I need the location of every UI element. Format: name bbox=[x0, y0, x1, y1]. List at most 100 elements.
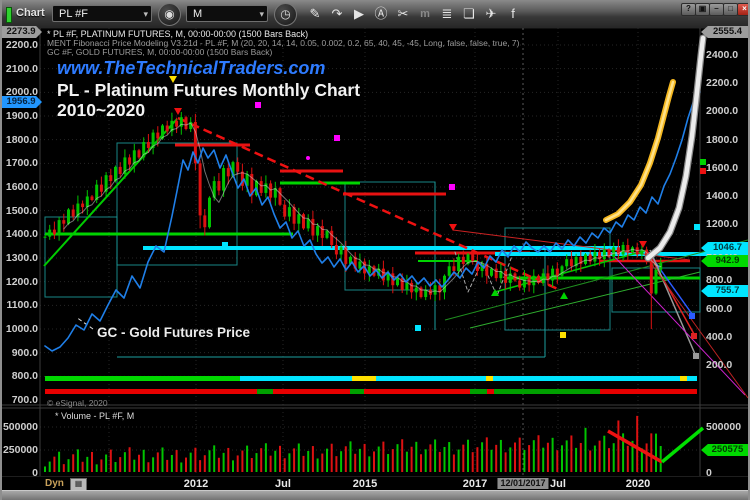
volume-bar bbox=[185, 458, 187, 472]
volume-bar bbox=[218, 458, 220, 472]
volume-bar bbox=[350, 441, 352, 472]
candle-body bbox=[109, 175, 112, 181]
candle-body bbox=[199, 163, 202, 215]
volume-bar bbox=[538, 435, 540, 472]
volume-bar bbox=[533, 440, 535, 472]
candle-body bbox=[655, 270, 658, 294]
volume-bar bbox=[298, 443, 300, 472]
volume-bar bbox=[627, 446, 629, 472]
candle-body bbox=[495, 269, 498, 278]
volume-bar bbox=[288, 453, 290, 472]
volume-bar bbox=[397, 444, 399, 472]
right-price-tag: 755.7 bbox=[701, 285, 750, 297]
volume-bar bbox=[49, 462, 51, 472]
candle-body bbox=[44, 237, 47, 238]
candle-body bbox=[297, 214, 300, 223]
candle-body bbox=[622, 245, 625, 254]
signal-marker bbox=[415, 325, 421, 331]
volume-bar bbox=[542, 448, 544, 472]
signal-strip bbox=[470, 389, 487, 394]
left-axis-tick: 900.0 bbox=[12, 347, 38, 359]
volume-bar bbox=[270, 456, 272, 472]
volume-bar bbox=[237, 455, 239, 472]
candle-body bbox=[53, 230, 56, 235]
volume-bar bbox=[500, 440, 502, 472]
series-label-gold: GC #F, GOLD FUTURES, M, 00:00-00:00 (150… bbox=[47, 47, 272, 57]
volume-bar bbox=[646, 443, 648, 472]
signal-strip bbox=[273, 389, 350, 394]
yellow-parabolic-curve bbox=[606, 82, 673, 220]
candle-body bbox=[584, 254, 587, 263]
volume-bar bbox=[86, 457, 88, 472]
volume-bar bbox=[467, 440, 469, 472]
candle-body bbox=[185, 117, 188, 129]
left-axis-tick: 2100.0 bbox=[6, 63, 38, 75]
volume-bar bbox=[439, 452, 441, 472]
right-axis-tick: 1200.0 bbox=[706, 218, 738, 230]
left-axis-tick: 1300.0 bbox=[6, 252, 38, 264]
volume-bar bbox=[617, 420, 619, 472]
candle-body bbox=[358, 262, 361, 269]
candle-body bbox=[452, 266, 455, 271]
right-axis-tick: 600.0 bbox=[706, 303, 732, 315]
left-axis-tick: 700.0 bbox=[12, 394, 38, 406]
candle-body bbox=[523, 278, 526, 287]
fib-projection-box bbox=[45, 217, 117, 297]
volume-bar bbox=[251, 458, 253, 472]
left-price-tag: 2273.9 bbox=[0, 26, 42, 38]
time-axis[interactable]: Dyn ▦ 2012Jul20152017Jul202012/01/2017 bbox=[0, 477, 750, 490]
volume-bar bbox=[514, 443, 516, 472]
candle-body bbox=[156, 133, 159, 139]
volume-bar bbox=[72, 454, 74, 472]
volume-bar bbox=[162, 447, 164, 472]
volume-bar bbox=[194, 448, 196, 472]
signal-strip bbox=[257, 389, 273, 394]
candle-body bbox=[119, 167, 122, 174]
volume-bar bbox=[580, 443, 582, 472]
time-axis-label: 2020 bbox=[626, 478, 650, 490]
volume-bar bbox=[373, 451, 375, 472]
volume-bar bbox=[378, 447, 380, 472]
volume-bar bbox=[566, 440, 568, 472]
candle-body bbox=[288, 207, 291, 216]
volume-bar bbox=[58, 452, 60, 472]
volume-bar bbox=[284, 458, 286, 472]
volume-right-tick: 500000 bbox=[706, 421, 741, 433]
left-axis-tick: 800.0 bbox=[12, 370, 38, 382]
time-axis-label: 2012 bbox=[184, 478, 208, 490]
right-axis-tick: 2200.0 bbox=[706, 77, 738, 89]
volume-bar bbox=[44, 466, 46, 472]
volume-bar bbox=[232, 460, 234, 472]
volume-bar bbox=[77, 449, 79, 472]
volume-bar bbox=[655, 434, 657, 472]
candle-body bbox=[551, 269, 554, 281]
chart-title-years: 2010~2020 bbox=[57, 100, 145, 121]
trend-strip bbox=[486, 376, 493, 381]
volume-bar bbox=[166, 460, 168, 472]
right-axis-tick: 1800.0 bbox=[706, 134, 738, 146]
candle-body bbox=[166, 125, 169, 131]
candle-body bbox=[490, 269, 493, 276]
volume-bar bbox=[326, 449, 328, 472]
candle-body bbox=[72, 209, 75, 216]
volume-bar bbox=[138, 455, 140, 472]
volume-bar bbox=[331, 444, 333, 472]
volume-bar bbox=[180, 462, 182, 472]
right-axis-tick: 1400.0 bbox=[706, 190, 738, 202]
signal-strip bbox=[600, 389, 697, 394]
dyn-label[interactable]: Dyn bbox=[45, 478, 64, 489]
volume-bar bbox=[119, 457, 121, 472]
candle-body bbox=[147, 142, 150, 148]
signal-marker bbox=[693, 353, 699, 359]
candle-body bbox=[504, 271, 507, 283]
volume-bar bbox=[505, 452, 507, 472]
volume-bar bbox=[476, 447, 478, 472]
left-axis-tick: 2200.0 bbox=[6, 39, 38, 51]
volume-bar bbox=[382, 442, 384, 472]
candle-body bbox=[434, 285, 437, 294]
candle-body bbox=[532, 276, 535, 285]
candle-body bbox=[222, 168, 225, 190]
volume-bar bbox=[246, 446, 248, 472]
volume-bar bbox=[401, 439, 403, 472]
volume-bar bbox=[528, 445, 530, 472]
